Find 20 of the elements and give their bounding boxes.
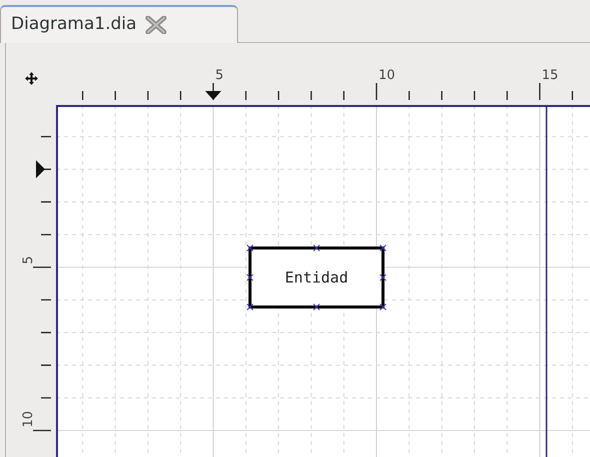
ruler-label: 10 — [21, 410, 36, 428]
connection-point-icon — [380, 244, 386, 252]
connection-point-icon — [246, 244, 254, 252]
connection-point-icon — [246, 274, 254, 281]
tab-label[interactable]: Diagrama1.dia — [11, 12, 137, 38]
connection-point-icon — [313, 304, 320, 310]
connection-point-icon — [313, 244, 320, 252]
ruler-label: 15 — [542, 68, 558, 83]
entity-shape[interactable]: Entidad — [248, 246, 384, 308]
move-icon[interactable] — [24, 72, 38, 84]
position-marker-icon — [205, 91, 222, 100]
connection-point-icon — [380, 274, 386, 281]
connection-point-icon — [380, 304, 386, 310]
document-tab[interactable]: Diagrama1.dia — [0, 5, 238, 43]
ruler-label: 5 — [21, 256, 36, 264]
ruler-label: 5 — [215, 68, 224, 83]
position-marker-icon — [36, 160, 45, 178]
close-button[interactable] — [144, 16, 167, 34]
connection-point-icon — [246, 304, 254, 310]
ruler-label: 10 — [378, 68, 396, 83]
